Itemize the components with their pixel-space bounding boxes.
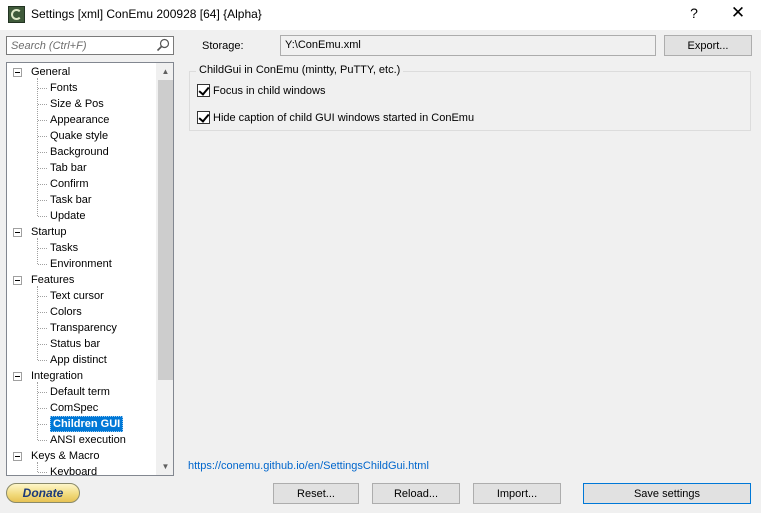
tree-item[interactable]: Confirm xyxy=(7,176,89,192)
tree-item[interactable]: Size & Pos xyxy=(7,96,104,112)
tree-connector-line xyxy=(37,286,38,360)
tree-group-label[interactable]: General xyxy=(31,66,70,78)
tree-item[interactable]: Text cursor xyxy=(7,288,104,304)
tree-group-3[interactable]: Integration xyxy=(7,368,83,384)
storage-path-field[interactable]: Y:\ConEmu.xml xyxy=(280,35,656,56)
search-input[interactable] xyxy=(7,37,147,54)
close-button[interactable]: ✕ xyxy=(728,3,748,23)
tree-item[interactable]: Colors xyxy=(7,304,82,320)
tree-group-label[interactable]: Features xyxy=(31,274,74,286)
tree-item-label[interactable]: Fonts xyxy=(50,82,78,94)
tree-connector-line xyxy=(37,78,38,216)
tree-group-2[interactable]: Features xyxy=(7,272,74,288)
tree-item-label[interactable]: Task bar xyxy=(50,194,92,206)
tree-item[interactable]: ComSpec xyxy=(7,400,98,416)
import-button[interactable]: Import... xyxy=(473,483,561,504)
tree-item-label[interactable]: Status bar xyxy=(50,338,100,350)
tree-item-label[interactable]: Default term xyxy=(50,386,110,398)
tree-group-0[interactable]: General xyxy=(7,64,70,80)
tree-item-label[interactable]: Keyboard xyxy=(50,466,97,475)
tree-item[interactable]: Transparency xyxy=(7,320,117,336)
reset-button[interactable]: Reset... xyxy=(273,483,359,504)
tree-connector-line xyxy=(37,462,38,472)
export-button[interactable]: Export... xyxy=(664,35,752,56)
tree-item[interactable]: ANSI execution xyxy=(7,432,126,448)
tree-item-label[interactable]: Colors xyxy=(50,306,82,318)
tree-item-label[interactable]: Tab bar xyxy=(50,162,87,174)
tree-group-label[interactable]: Integration xyxy=(31,370,83,382)
tree-group-4[interactable]: Keys & Macro xyxy=(7,448,99,464)
tree-item[interactable]: Tasks xyxy=(7,240,78,256)
tree-group-label[interactable]: Startup xyxy=(31,226,66,238)
focus-child-windows-label[interactable]: Focus in child windows xyxy=(213,85,326,97)
settings-tree[interactable]: General Fonts Size & Pos Appearance Quake st… xyxy=(6,62,174,476)
save-settings-button[interactable]: Save settings xyxy=(583,483,751,504)
tree-item-label[interactable]: ANSI execution xyxy=(50,434,126,446)
tree-item[interactable]: Update xyxy=(7,208,85,224)
tree-item[interactable]: Children GUI xyxy=(7,416,124,432)
tree-item-label[interactable]: Confirm xyxy=(50,178,89,190)
tree-item[interactable]: Keyboard xyxy=(7,464,97,475)
tree-item-label[interactable]: Update xyxy=(50,210,85,222)
tree-item[interactable]: Status bar xyxy=(7,336,100,352)
title-bar: Settings [xml] ConEmu 200928 [64] {Alpha… xyxy=(0,0,761,30)
collapse-icon[interactable] xyxy=(13,372,22,381)
tree-item[interactable]: Fonts xyxy=(7,80,78,96)
tree-group-label[interactable]: Keys & Macro xyxy=(31,450,99,462)
search-icon[interactable] xyxy=(156,38,170,52)
search-field[interactable] xyxy=(6,36,174,55)
focus-child-windows-checkbox[interactable] xyxy=(197,84,210,97)
tree-connector-line xyxy=(37,238,38,264)
collapse-icon[interactable] xyxy=(13,452,22,461)
help-link[interactable]: https://conemu.github.io/en/SettingsChil… xyxy=(188,460,429,472)
scroll-down-arrow-icon[interactable]: ▼ xyxy=(157,458,173,475)
tree-item[interactable]: Appearance xyxy=(7,112,109,128)
help-button[interactable]: ? xyxy=(684,5,704,21)
tree-item[interactable]: Task bar xyxy=(7,192,92,208)
tree-item-label[interactable]: Tasks xyxy=(50,242,78,254)
hide-caption-checkbox[interactable] xyxy=(197,111,210,124)
tree-connector-line xyxy=(37,382,38,440)
tree-item-label[interactable]: Background xyxy=(50,146,109,158)
window-title: Settings [xml] ConEmu 200928 [64] {Alpha… xyxy=(31,7,262,21)
tree-item-label[interactable]: Quake style xyxy=(50,130,108,142)
collapse-icon[interactable] xyxy=(13,276,22,285)
tree-item[interactable]: Environment xyxy=(7,256,112,272)
donate-button[interactable]: Donate xyxy=(6,483,80,503)
tree-item-label[interactable]: ComSpec xyxy=(50,402,98,414)
tree-scrollbar[interactable]: ▲ ▼ xyxy=(156,63,173,475)
collapse-icon[interactable] xyxy=(13,228,22,237)
tree-item[interactable]: Quake style xyxy=(7,128,108,144)
tree-item-label[interactable]: Transparency xyxy=(50,322,117,334)
tree-item[interactable]: App distinct xyxy=(7,352,107,368)
tree-item[interactable]: Tab bar xyxy=(7,160,87,176)
tree-item-label[interactable]: Children GUI xyxy=(50,416,124,432)
childgui-group-title: ChildGui in ConEmu (mintty, PuTTY, etc.) xyxy=(196,64,404,76)
tree-item-label[interactable]: App distinct xyxy=(50,354,107,366)
focus-child-windows-option[interactable]: Focus in child windows xyxy=(197,84,326,97)
hide-caption-label[interactable]: Hide caption of child GUI windows starte… xyxy=(213,112,474,124)
tree-item-label[interactable]: Appearance xyxy=(50,114,109,126)
tree-item-label[interactable]: Text cursor xyxy=(50,290,104,302)
tree-item[interactable]: Default term xyxy=(7,384,110,400)
storage-label: Storage: xyxy=(202,40,244,52)
collapse-icon[interactable] xyxy=(13,68,22,77)
hide-caption-option[interactable]: Hide caption of child GUI windows starte… xyxy=(197,111,474,124)
conemu-app-icon xyxy=(8,6,25,23)
tree-item[interactable]: Background xyxy=(7,144,109,160)
scroll-up-arrow-icon[interactable]: ▲ xyxy=(157,63,173,80)
scroll-thumb[interactable] xyxy=(158,80,173,380)
tree-item-label[interactable]: Environment xyxy=(50,258,112,270)
reload-button[interactable]: Reload... xyxy=(372,483,460,504)
tree-item-label[interactable]: Size & Pos xyxy=(50,98,104,110)
